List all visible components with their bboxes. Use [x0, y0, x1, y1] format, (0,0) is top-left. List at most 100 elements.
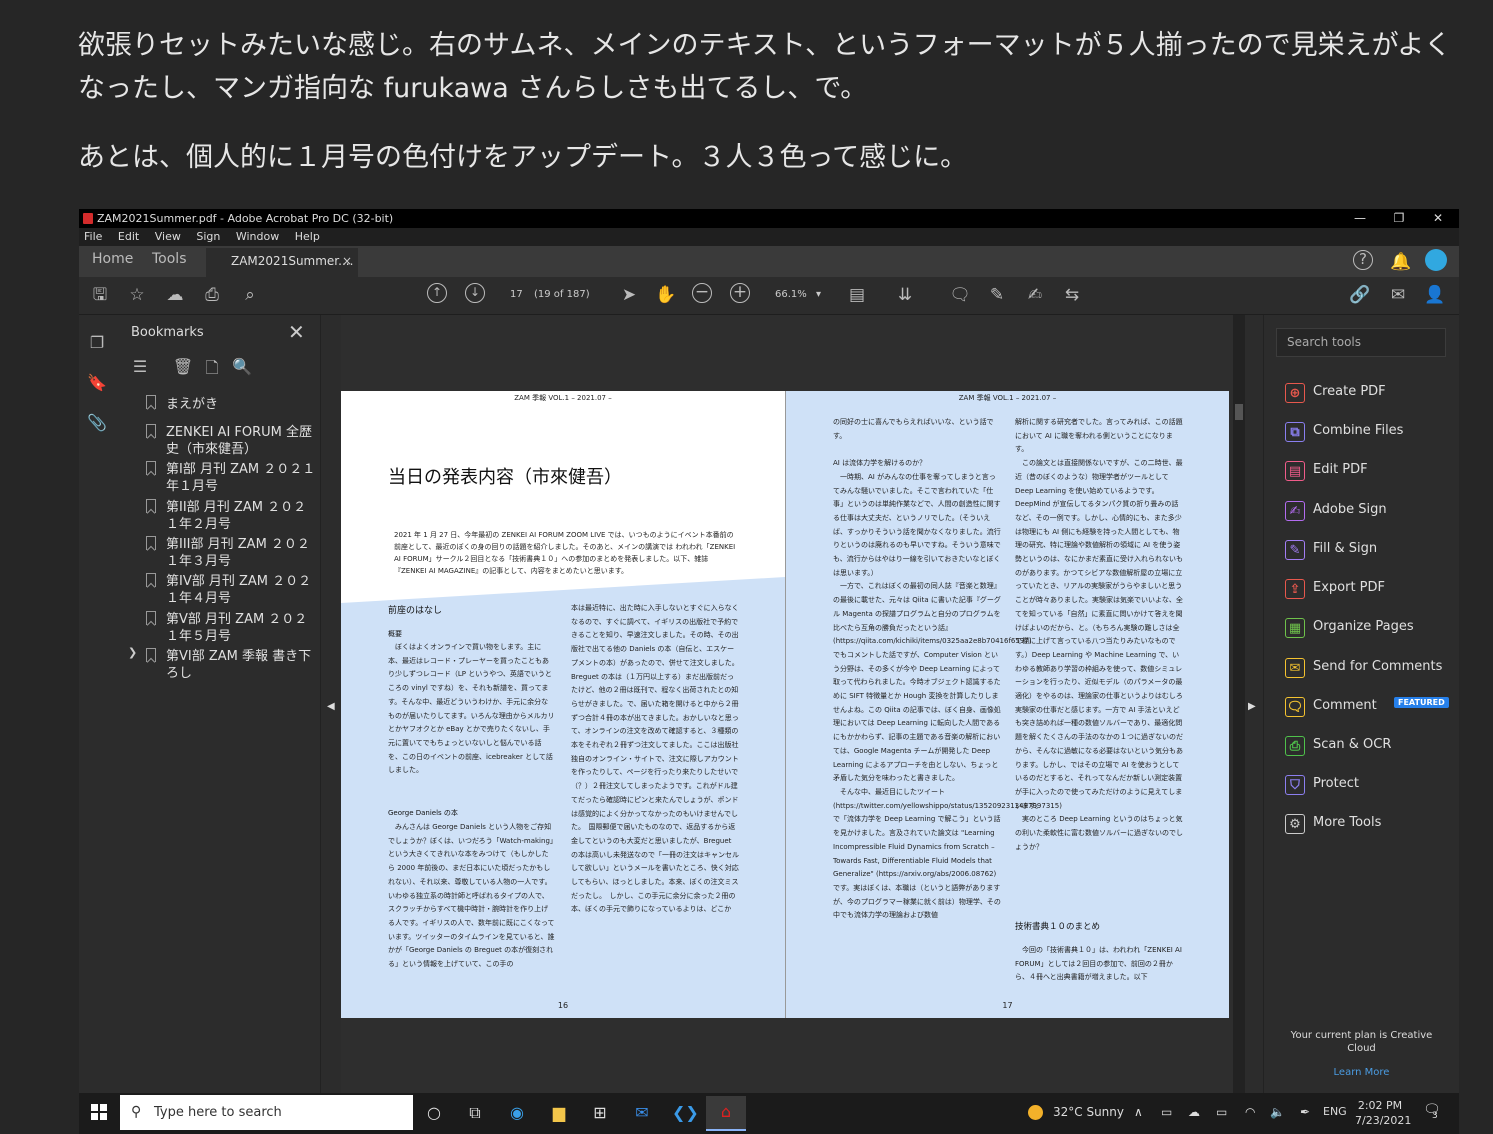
tool-label: Protect — [1313, 776, 1359, 791]
weather-text[interactable]: 32°C Sunny — [1053, 1105, 1124, 1119]
email-icon[interactable]: ✉ — [1386, 283, 1410, 307]
create-pdf-icon: ⊕ — [1285, 383, 1305, 403]
bookmark-item[interactable]: 第IV部 月刊 ZAM ２０２１年４月号 — [166, 573, 318, 607]
select-cursor-icon[interactable]: ➤ — [617, 283, 641, 307]
page-down-icon[interactable]: ↓ — [465, 283, 485, 303]
bookmark-flag-icon — [146, 611, 156, 625]
store-icon[interactable]: ⊞ — [588, 1101, 612, 1125]
mail-icon[interactable]: ✉ — [630, 1101, 654, 1125]
scan-ocr-icon: ⎙ — [1285, 736, 1305, 756]
menu-view[interactable]: View — [155, 230, 181, 243]
tool-label: Scan & OCR — [1313, 737, 1392, 752]
tool-label: Send for Comments — [1313, 659, 1443, 674]
bookmark-item[interactable]: 第VI部 ZAM 季報 書き下ろし — [166, 648, 318, 682]
bookmark-item[interactable]: 第V部 月刊 ZAM ２０２１年５月号 — [166, 611, 318, 645]
bookmarks-close-icon[interactable]: ✕ — [288, 320, 305, 344]
display-icon[interactable]: ▭ — [1161, 1105, 1172, 1119]
find-bookmark-icon[interactable]: 🔍 — [231, 357, 253, 379]
tab-home[interactable]: Home — [92, 246, 133, 277]
cortana-icon[interactable]: ○ — [422, 1101, 446, 1125]
page-up-icon[interactable]: ↑ — [427, 283, 447, 303]
sign-pen-icon[interactable]: ✍ — [1023, 283, 1047, 307]
bookmarks-panel-icon[interactable]: 🔖 — [87, 373, 107, 393]
tab-close-icon[interactable]: × — [342, 248, 352, 275]
task-view-icon[interactable]: ⧉ — [463, 1101, 487, 1125]
wifi-icon[interactable]: ◠ — [1245, 1105, 1255, 1119]
menu-window[interactable]: Window — [236, 230, 279, 243]
menu-file[interactable]: File — [84, 230, 102, 243]
print-icon[interactable]: ⎙ — [200, 283, 224, 307]
expand-chevron-icon[interactable]: ❯ — [128, 646, 137, 659]
tool-label: Export PDF — [1313, 580, 1386, 595]
bookmark-options-icon[interactable]: ☰ — [129, 357, 151, 379]
zoom-out-icon[interactable]: − — [692, 283, 712, 303]
scroll-mode-icon[interactable]: ⇊ — [893, 283, 917, 307]
attachments-icon[interactable]: 📎 — [87, 413, 107, 433]
share-send-icon[interactable]: ⇆ — [1060, 283, 1084, 307]
tool-label: Create PDF — [1313, 384, 1386, 399]
comment-icon[interactable]: 🗨 — [948, 283, 972, 307]
upload-cloud-icon[interactable]: ☁ — [163, 283, 187, 307]
new-bookmark-icon[interactable]: 🗋 — [201, 357, 223, 379]
volume-icon[interactable]: 🔈 — [1270, 1105, 1285, 1119]
bookmark-item[interactable]: 第I部 月刊 ZAM ２０２１年１月号 — [166, 461, 318, 495]
bookmark-item[interactable]: ZENKEI AI FORUM 全歴史（市來健吾） — [166, 424, 318, 458]
edge-browser-icon[interactable]: ◉ — [505, 1101, 529, 1125]
restore-button[interactable]: ❐ — [1379, 209, 1419, 228]
minimize-button[interactable]: — — [1340, 209, 1380, 228]
close-window-button[interactable]: ✕ — [1418, 209, 1458, 228]
zoom-in-icon[interactable]: + — [730, 283, 750, 303]
bookmark-item[interactable]: まえがき — [166, 396, 318, 413]
windows-start-icon[interactable] — [91, 1104, 108, 1121]
hand-tool-icon[interactable]: ✋ — [654, 283, 678, 307]
search-tools-input[interactable]: Search tools — [1276, 328, 1446, 357]
vscode-icon[interactable]: ❮❯ — [672, 1101, 699, 1125]
article-body-col2b: 今回の「技術書典１０」は、われわれ「ZENKEI AI FORUM」としては２回… — [1015, 946, 1182, 982]
tab-tools[interactable]: Tools — [152, 246, 187, 277]
bookmark-item[interactable]: 第II部 月刊 ZAM ２０２１年２月号 — [166, 499, 318, 533]
bookmark-flag-icon — [146, 648, 156, 662]
collapse-right-panel-icon[interactable]: ▶ — [1248, 701, 1256, 712]
search-icon: ⚲ — [131, 1104, 142, 1120]
highlight-pen-icon[interactable]: ✎ — [985, 283, 1009, 307]
zoom-search-icon[interactable]: ⌕ — [238, 283, 262, 307]
bookmarks-panel: Bookmarks ✕ ☰ 🗑 🗋 🔍 まえがき ZENKEI AI FORUM… — [115, 315, 321, 1096]
save-icon[interactable]: 🖫 — [88, 283, 112, 307]
acrobat-taskbar-icon[interactable]: ⌂ — [706, 1096, 746, 1131]
bookmark-item[interactable]: 第III部 月刊 ZAM ２０２１年３月号 — [166, 536, 318, 570]
zoom-level[interactable]: 66.1% — [775, 289, 807, 300]
scrollbar-thumb[interactable] — [1235, 404, 1243, 420]
pen-icon[interactable]: ✒ — [1300, 1105, 1310, 1119]
page-number: 16 — [557, 1001, 569, 1010]
menu-edit[interactable]: Edit — [118, 230, 139, 243]
onedrive-cloud-icon[interactable]: ☁ — [1188, 1105, 1200, 1119]
bookmark-star-icon[interactable]: ☆ — [125, 283, 149, 307]
page-display-icon[interactable]: ▤ — [845, 283, 869, 307]
battery-icon[interactable]: ▭ — [1216, 1105, 1227, 1119]
zoom-dropdown-icon[interactable]: ▾ — [816, 289, 821, 300]
delete-bookmark-icon[interactable]: 🗑 — [172, 357, 194, 379]
language-indicator[interactable]: ENG — [1323, 1105, 1347, 1118]
tray-chevron-icon[interactable]: ∧ — [1134, 1105, 1143, 1119]
document-scrollbar[interactable] — [1233, 315, 1245, 1096]
menu-help[interactable]: Help — [295, 230, 320, 243]
acrobat-icon — [83, 213, 93, 224]
learn-more-link[interactable]: Learn More — [1284, 1067, 1439, 1078]
page-thumbnails-icon[interactable]: ❐ — [87, 333, 107, 353]
help-icon[interactable]: ? — [1353, 250, 1373, 270]
menu-sign[interactable]: Sign — [196, 230, 220, 243]
blog-paragraph-2: あとは、個人的に１月号の色付けをアップデート。３人３色って感じに。 — [78, 142, 968, 173]
link-share-icon[interactable]: 🔗 — [1348, 283, 1372, 307]
tab-document[interactable]: ZAM2021Summer.... × — [206, 248, 358, 277]
collapse-left-panel-icon[interactable]: ◀ — [327, 701, 335, 712]
clock[interactable]: 2:02 PM 7/23/2021 — [1355, 1098, 1412, 1128]
article-body-col2: 本は最近特に、出た時に入手しないとすぐに入らなくなるので、すぐに調べて、イギリス… — [571, 604, 743, 914]
account-avatar[interactable] — [1425, 249, 1447, 271]
notification-bell-icon[interactable]: 🔔 — [1389, 250, 1413, 274]
clock-date: 7/23/2021 — [1355, 1114, 1412, 1127]
file-explorer-icon[interactable]: ▆ — [547, 1101, 571, 1125]
taskbar-search-input[interactable]: ⚲ Type here to search — [120, 1095, 413, 1130]
subsection-heading: 概要 — [388, 630, 402, 638]
page-number-input[interactable]: 17 — [510, 289, 523, 300]
add-user-icon[interactable]: 👤 — [1423, 283, 1447, 307]
